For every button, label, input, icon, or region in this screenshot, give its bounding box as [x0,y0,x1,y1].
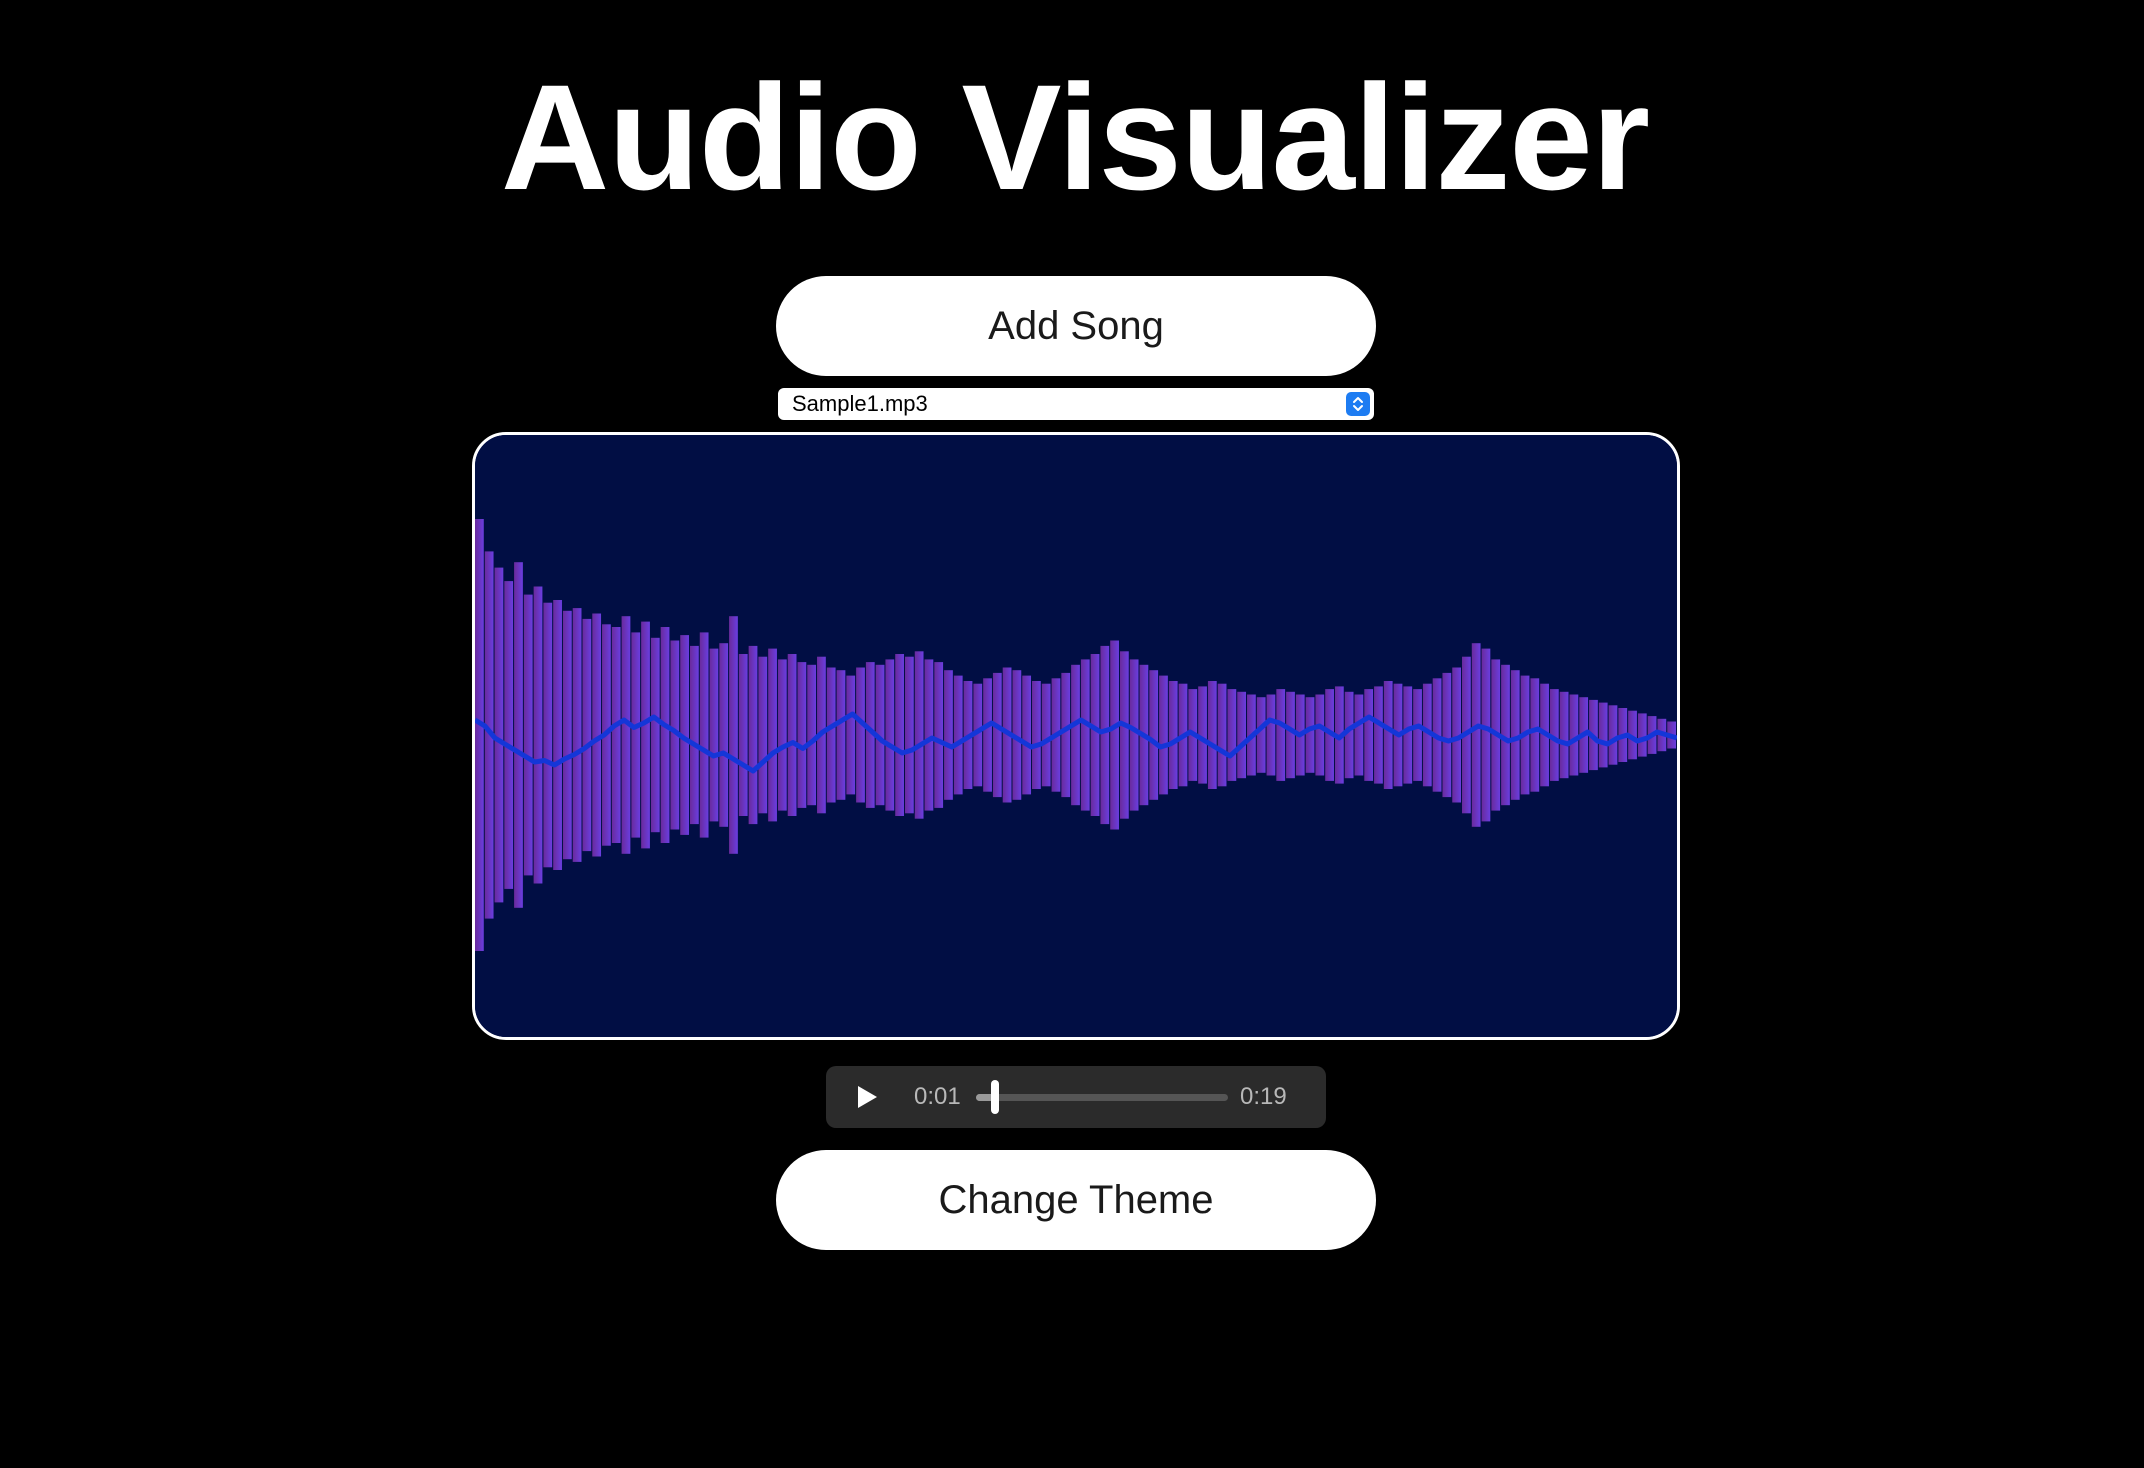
page-title: Audio Visualizer [500,53,1650,221]
frequency-bar [572,608,582,862]
frequency-bar [895,654,904,816]
frequency-bar [621,616,631,854]
song-select[interactable]: Sample1.mp3 [778,388,1374,420]
frequency-bar [885,659,895,811]
current-time: 0:01 [914,1083,961,1110]
frequency-bar [1559,691,1569,779]
frequency-bar [768,648,777,822]
frequency-bar [797,662,807,808]
frequency-bar [523,594,533,876]
frequency-bar [582,618,592,852]
frequency-bar [1119,651,1129,819]
change-theme-button[interactable]: Change Theme [776,1150,1376,1250]
frequency-bar [1090,654,1100,816]
frequency-bar [543,602,553,868]
frequency-bar [1032,681,1041,789]
frequency-bar [533,586,543,884]
frequency-bar [689,645,699,825]
frequency-bar [1286,691,1295,779]
frequency-bar [983,678,992,792]
frequency-bar [1227,689,1237,781]
frequency-bar [1305,697,1315,773]
page: Audio Visualizer Add Song Sample1.mp3 0:… [0,0,2144,1468]
select-stepper-icon[interactable] [1346,392,1370,416]
frequency-bar [650,637,660,833]
frequency-bar [1071,664,1080,806]
frequency-bar [1374,686,1383,784]
frequency-bar [1637,713,1647,757]
frequency-bar [1403,686,1413,784]
frequency-bar [729,616,738,854]
frequency-bar [494,567,504,903]
frequency-bar [787,654,797,816]
frequency-bar [1481,648,1491,822]
frequency-bar [992,672,1002,798]
frequency-bar [514,562,523,908]
frequency-bar [1237,691,1247,779]
frequency-bar [611,627,621,843]
frequency-bar [660,627,670,843]
frequency-bar [1598,702,1608,768]
frequency-bar [1530,678,1540,792]
frequency-bar [1061,672,1071,798]
frequency-bar [1080,659,1090,811]
play-icon[interactable] [854,1084,880,1110]
frequency-bar [562,610,572,860]
frequency-bar [1149,670,1159,800]
duration: 0:19 [1240,1083,1287,1110]
frequency-bar [1364,689,1374,781]
frequency-bar [807,664,817,806]
add-song-button[interactable]: Add Song [776,276,1376,376]
frequency-bar [1276,689,1286,781]
frequency-bar [1315,694,1325,776]
frequency-bar [738,654,748,816]
frequency-bar [914,651,924,819]
frequency-bar [1608,705,1618,765]
frequency-bar [934,662,944,808]
frequency-bar [836,670,846,800]
frequency-bar [475,519,484,951]
frequency-bar [1159,675,1168,795]
frequency-bar [846,675,856,795]
frequency-bar [1207,681,1217,789]
frequency-bar [1442,672,1452,798]
frequency-bar [699,632,709,838]
frequency-bar [631,632,641,838]
frequency-bar [553,600,562,870]
frequency-bar [826,667,836,803]
frequency-bar [1217,683,1227,787]
frequency-bar [641,621,650,849]
frequency-bar [924,659,934,811]
audio-player: 0:01 0:19 [826,1066,1326,1128]
frequency-bar [953,675,963,795]
seek-bar[interactable] [976,1080,1228,1114]
frequency-bar [777,659,787,811]
waveform-graphic [475,435,1677,1037]
frequency-bar [1110,640,1119,830]
frequency-bar [856,667,865,803]
frequency-bar [1413,689,1422,781]
frequency-bar [1022,675,1032,795]
frequency-bar [504,581,514,889]
frequency-bar [1100,645,1110,825]
frequency-bar [1041,683,1051,787]
frequency-bar [1168,681,1178,789]
frequency-bar [1471,643,1481,827]
frequency-bar [1354,694,1364,776]
frequency-bar [758,656,768,814]
song-select-value: Sample1.mp3 [792,391,928,416]
frequency-bar [904,656,914,814]
seek-thumb[interactable] [991,1080,1000,1114]
visualizer-canvas [472,432,1680,1040]
frequency-bar [1129,659,1139,811]
frequency-bar [1266,694,1276,776]
frequency-bar [709,648,719,822]
frequency-bar [944,670,953,800]
frequency-bar [748,645,758,825]
frequency-bar [1569,694,1579,776]
frequency-bar [1256,697,1266,773]
frequency-bar [719,643,729,827]
frequency-bar [1383,681,1393,789]
